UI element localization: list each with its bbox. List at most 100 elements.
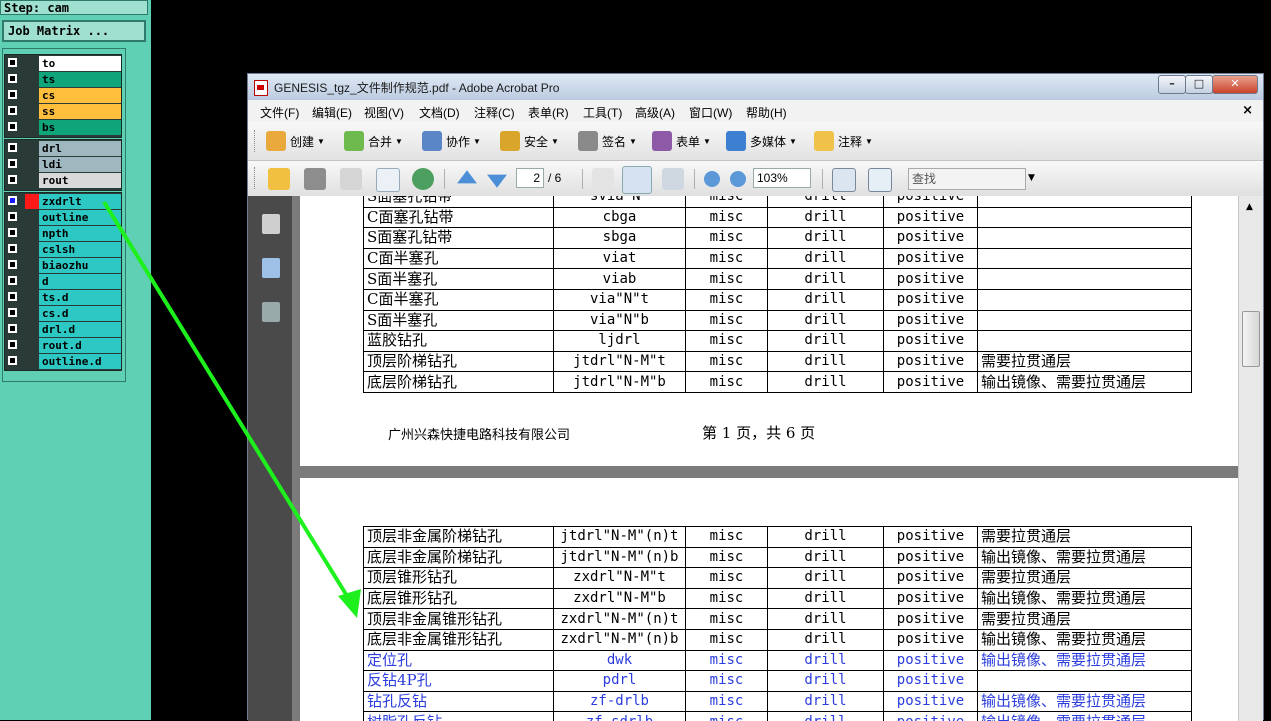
layer-row[interactable]: ss: [5, 104, 121, 119]
layer-checkbox[interactable]: [8, 159, 17, 168]
task-button[interactable]: 协作 ▼: [422, 131, 481, 151]
layer-checkbox[interactable]: [8, 356, 17, 365]
layer-checkbox[interactable]: [8, 244, 17, 253]
pages-panel-icon[interactable]: [262, 214, 280, 234]
close-button[interactable]: ✕: [1212, 75, 1258, 94]
menu-item[interactable]: 窗口(W): [689, 104, 732, 121]
layer-checkbox[interactable]: [8, 58, 17, 67]
document-close-icon[interactable]: ×: [1242, 103, 1253, 118]
layer-name[interactable]: npth: [39, 226, 121, 241]
task-button[interactable]: 创建 ▼: [266, 131, 325, 151]
save-icon[interactable]: [340, 168, 362, 190]
scroll-up-icon[interactable]: ▲: [1246, 202, 1253, 212]
next-page-icon[interactable]: [487, 174, 507, 188]
layer-name[interactable]: biaozhu: [39, 258, 121, 273]
layer-row[interactable]: biaozhu: [5, 258, 121, 273]
layer-name[interactable]: ts: [39, 72, 121, 87]
menu-item[interactable]: 帮助(H): [746, 104, 787, 121]
layer-row[interactable]: bs: [5, 120, 121, 135]
layer-name[interactable]: d: [39, 274, 121, 289]
layer-name[interactable]: cslsh: [39, 242, 121, 257]
task-button[interactable]: 安全 ▼: [500, 131, 559, 151]
fit-page-icon[interactable]: [868, 168, 892, 192]
task-button[interactable]: 签名 ▼: [578, 131, 637, 151]
globe-icon[interactable]: [412, 168, 434, 190]
menu-item[interactable]: 注释(C): [474, 104, 515, 121]
layer-row[interactable]: cslsh: [5, 242, 121, 257]
layer-name[interactable]: cs.d: [39, 306, 121, 321]
menu-item[interactable]: 表单(R): [528, 104, 569, 121]
layer-row[interactable]: cs.d: [5, 306, 121, 321]
layer-checkbox[interactable]: [8, 74, 17, 83]
job-matrix-button[interactable]: Job Matrix ...: [2, 20, 146, 42]
layer-name[interactable]: drl: [39, 141, 121, 156]
layer-checkbox[interactable]: [8, 260, 17, 269]
signatures-panel-icon[interactable]: [262, 302, 280, 322]
layer-name[interactable]: drl.d: [39, 322, 121, 337]
zoom-tool-icon[interactable]: [662, 168, 684, 190]
zoom-out-icon[interactable]: [704, 171, 720, 187]
layer-name[interactable]: to: [39, 56, 121, 71]
menu-item[interactable]: 视图(V): [364, 104, 404, 121]
layer-name[interactable]: bs: [39, 120, 121, 135]
layer-name[interactable]: rout.d: [39, 338, 121, 353]
page-number-input[interactable]: 2: [516, 168, 544, 188]
minimize-button[interactable]: –: [1158, 75, 1186, 94]
task-button[interactable]: 多媒体 ▼: [726, 131, 797, 151]
layer-checkbox[interactable]: [8, 175, 17, 184]
layer-row[interactable]: outline.d: [5, 354, 121, 369]
layer-checkbox[interactable]: [8, 90, 17, 99]
layer-name[interactable]: ts.d: [39, 290, 121, 305]
menu-item[interactable]: 高级(A): [635, 104, 675, 121]
layer-checkbox[interactable]: [8, 228, 17, 237]
layer-checkbox[interactable]: [8, 324, 17, 333]
chevron-down-icon[interactable]: ▼: [1028, 173, 1035, 183]
search-input[interactable]: 查找: [908, 168, 1026, 190]
email-icon[interactable]: [376, 168, 400, 192]
layer-name[interactable]: ldi: [39, 157, 121, 172]
layer-row[interactable]: to: [5, 56, 121, 71]
fit-width-icon[interactable]: [832, 168, 856, 192]
layer-checkbox[interactable]: [8, 122, 17, 131]
hand-tool-icon[interactable]: [622, 166, 652, 194]
layer-row[interactable]: cs: [5, 88, 121, 103]
vertical-scrollbar[interactable]: ▲: [1238, 196, 1263, 721]
scrollbar-thumb[interactable]: [1242, 311, 1260, 367]
layer-row[interactable]: ts.d: [5, 290, 121, 305]
zoom-select[interactable]: 103%: [753, 168, 811, 188]
open-folder-icon[interactable]: [268, 168, 290, 190]
task-button[interactable]: 合并 ▼: [344, 131, 403, 151]
select-text-icon[interactable]: [592, 168, 614, 190]
layer-row[interactable]: drl.d: [5, 322, 121, 337]
layer-checkbox[interactable]: [8, 106, 17, 115]
menu-item[interactable]: 工具(T): [583, 104, 622, 121]
layer-checkbox[interactable]: [8, 143, 17, 152]
bookmarks-panel-icon[interactable]: [262, 258, 280, 278]
layer-name[interactable]: zxdrlt: [39, 194, 121, 209]
layer-name[interactable]: outline.d: [39, 354, 121, 369]
layer-checkbox[interactable]: [8, 292, 17, 301]
menu-item[interactable]: 编辑(E): [312, 104, 352, 121]
layer-checkbox[interactable]: [8, 308, 17, 317]
task-button[interactable]: 表单 ▼: [652, 131, 711, 151]
layer-row[interactable]: ldi: [5, 157, 121, 172]
layer-name[interactable]: rout: [39, 173, 121, 188]
layer-checkbox[interactable]: [8, 276, 17, 285]
layer-row[interactable]: outline: [5, 210, 121, 225]
layer-row[interactable]: rout.d: [5, 338, 121, 353]
layer-row[interactable]: ts: [5, 72, 121, 87]
layer-name[interactable]: ss: [39, 104, 121, 119]
previous-page-icon[interactable]: [457, 170, 477, 184]
menu-item[interactable]: 文档(D): [419, 104, 460, 121]
layer-checkbox[interactable]: [8, 340, 17, 349]
zoom-in-icon[interactable]: [730, 171, 746, 187]
layer-name[interactable]: outline: [39, 210, 121, 225]
print-icon[interactable]: [304, 168, 326, 190]
task-button[interactable]: 注释 ▼: [814, 131, 873, 151]
layer-row[interactable]: rout: [5, 173, 121, 188]
layer-checkbox[interactable]: [8, 196, 17, 205]
layer-checkbox[interactable]: [8, 212, 17, 221]
layer-row[interactable]: d: [5, 274, 121, 289]
layer-row[interactable]: npth: [5, 226, 121, 241]
layer-row[interactable]: zxdrlt: [5, 194, 121, 209]
